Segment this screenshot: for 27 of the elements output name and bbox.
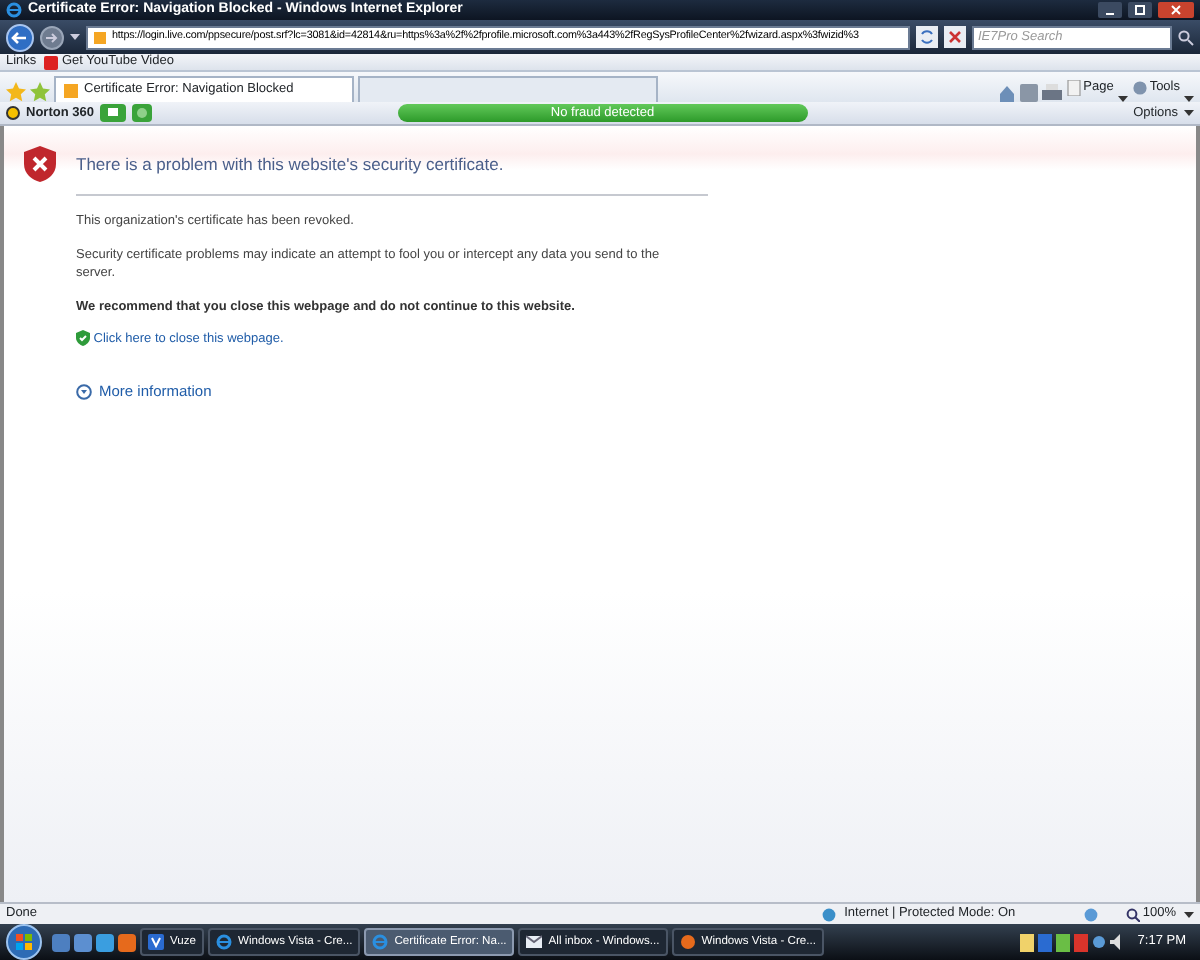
minimize-button[interactable]: [1098, 2, 1122, 18]
speaker-icon[interactable]: [1109, 934, 1126, 950]
monitor-button[interactable]: [99, 104, 126, 122]
maximize-button[interactable]: [1128, 2, 1152, 18]
error-heading: There is a problem with this website's security certificate.: [76, 146, 708, 196]
back-button[interactable]: [6, 23, 34, 51]
magnifier-icon: [1125, 907, 1140, 921]
close-button[interactable]: [1158, 2, 1194, 18]
page-icon: [1065, 79, 1082, 95]
shield-check-icon: [76, 330, 90, 347]
envelope-icon: [526, 934, 543, 950]
forward-button[interactable]: [40, 25, 64, 49]
expand-circle-icon[interactable]: [76, 383, 92, 400]
refresh-button[interactable]: [916, 26, 938, 48]
browser-logo-icon: [6, 2, 22, 18]
printer-icon[interactable]: [1041, 84, 1062, 102]
error-shield-icon: [24, 146, 56, 182]
video-site-icon: [44, 55, 59, 69]
search-icon[interactable]: [1178, 29, 1194, 45]
page-icon: [64, 83, 78, 97]
page-icon: [92, 29, 108, 45]
caret-icon[interactable]: [1184, 911, 1194, 917]
start-button[interactable]: [0, 924, 48, 960]
favorites-star-icon[interactable]: [6, 82, 26, 102]
stop-button[interactable]: [944, 26, 966, 48]
tray-icons-drawing: [1019, 933, 1088, 951]
dropdown-caret-icon[interactable]: [70, 34, 80, 40]
